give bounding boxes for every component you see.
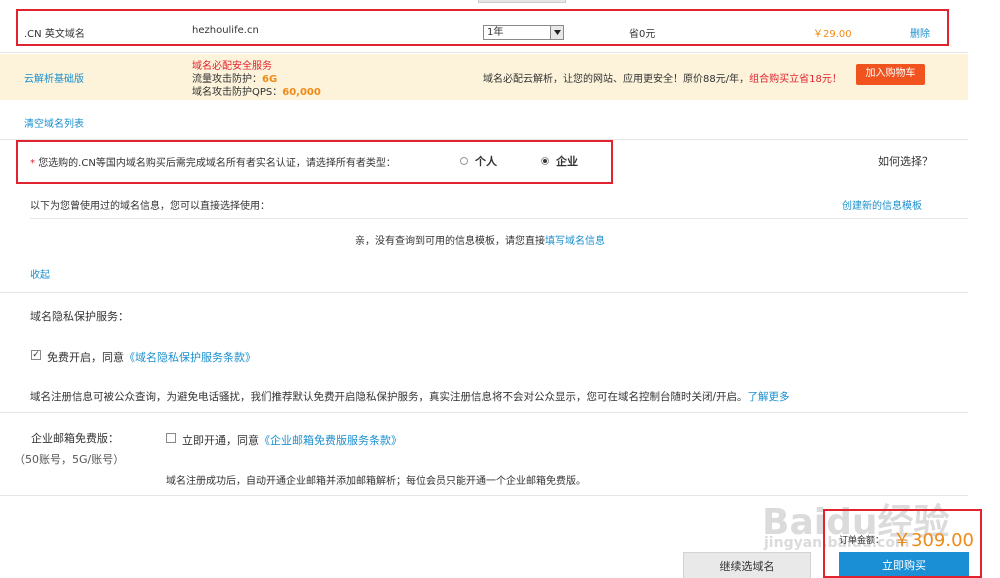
templates-empty: 亲，没有查询到可用的信息模板，请您直接填写域名信息 [355,232,605,247]
clear-list-link[interactable]: 清空域名列表 [24,115,84,130]
privacy-terms-link[interactable]: 《域名隐私保护服务条款》 [124,351,256,364]
watermark-url: jingyan.baidu.com [764,535,910,551]
domain-type-label: .CN 英文域名 [24,29,85,40]
domain-name: hezhoulife.cn [192,25,259,36]
owner-prompt-text: 您选购的.CN等国内域名购买后需完成域名所有者实名认证，请选择所有者类型： [38,158,396,169]
how-to-choose-link[interactable]: 如何选择？ [878,153,933,169]
order-total-value: ￥309.00 [893,530,974,551]
row-divider [0,52,968,53]
email-checkbox[interactable] [166,433,176,443]
privacy-checkbox-label: 免费开启，同意《域名隐私保护服务条款》 [47,349,256,365]
section-divider [0,139,968,140]
promo-line-qps-label: 域名攻击防护QPS： [192,87,283,98]
privacy-heading: 域名隐私保护服务： [30,310,129,323]
privacy-note: 域名注册信息可被公众查询，为避免电话骚扰，我们推荐默认免费开启隐私保护服务，真实… [30,389,790,404]
privacy-checkbox[interactable]: ✓ [31,350,41,360]
templates-divider [30,218,968,219]
buy-now-button[interactable]: 立即购买 [839,552,969,578]
required-asterisk: * [30,158,35,169]
saving-text: 省0元 [629,29,656,40]
promo-line-qps: 域名攻击防护QPS：60,000 [192,83,321,98]
email-terms-link[interactable]: 《企业邮箱免费版服务条款》 [259,434,402,447]
collapse-link[interactable]: 收起 [30,266,50,281]
email-subheading: （50账号，5G/账号） [14,453,125,466]
domain-price: ￥29.00 [813,29,852,40]
privacy-checkbox-text[interactable]: 免费开启，同意 [47,351,124,364]
promo-description-text: 域名必配云解析，让您的网站、应用更安全！原价88元/年， [483,74,750,85]
section-divider [0,412,968,413]
promo-description-highlight: 组合购买立省18元！ [749,74,842,85]
templates-empty-text: 亲，没有查询到可用的信息模板，请您直接 [355,236,545,247]
chevron-down-icon [550,26,563,39]
fill-domain-info-link[interactable]: 填写域名信息 [545,236,605,247]
promo-description: 域名必配云解析，让您的网站、应用更安全！原价88元/年，组合购买立省18元！ [483,70,842,85]
email-checkbox-label: 立即开通，同意《企业邮箱免费版服务条款》 [182,432,402,448]
promo-line-qps-value: 60,000 [282,87,321,98]
add-to-cart-button[interactable]: 加入购物车 [856,64,925,85]
period-select[interactable]: 1年 [483,25,564,40]
learn-more-link[interactable]: 了解更多 [748,391,790,403]
order-total-label: 订单金额： [839,536,885,546]
radio-personal[interactable] [460,157,468,165]
radio-enterprise-label[interactable]: 企业 [556,153,578,169]
email-heading: 企业邮箱免费版： [31,432,119,445]
top-partial-bar [478,0,566,3]
email-note: 域名注册成功后，自动开通企业邮箱并添加邮箱解析；每位会员只能开通一个企业邮箱免费… [166,476,586,487]
check-icon: ✓ [32,350,40,360]
email-checkbox-text[interactable]: 立即开通，同意 [182,434,259,447]
continue-shopping-button[interactable]: 继续选域名 [683,552,811,578]
promo-product-label[interactable]: 云解析基础版 [24,70,84,85]
radio-enterprise[interactable] [541,157,549,165]
owner-prompt: * 您选购的.CN等国内域名购买后需完成域名所有者实名认证，请选择所有者类型： [30,154,396,169]
privacy-note-text: 域名注册信息可被公众查询，为避免电话骚扰，我们推荐默认免费开启隐私保护服务，真实… [30,391,748,403]
radio-personal-label[interactable]: 个人 [475,153,497,169]
delete-link[interactable]: 删除 [910,25,930,40]
create-template-link[interactable]: 创建新的信息模板 [842,197,922,212]
section-divider [0,292,968,293]
period-select-value: 1年 [487,27,504,38]
templates-intro: 以下为您曾使用过的域名信息，您可以直接选择使用： [30,201,270,212]
